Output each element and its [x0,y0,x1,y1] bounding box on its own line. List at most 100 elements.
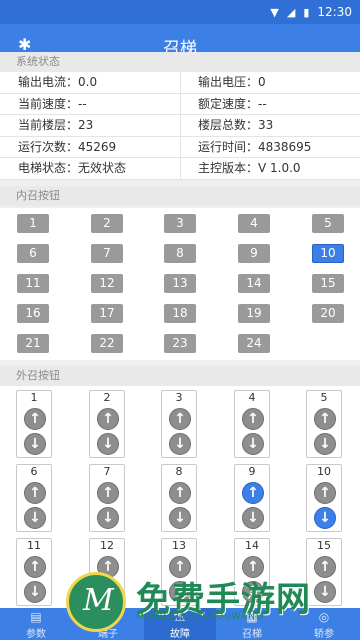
inner-call-button-2[interactable]: 2 [91,214,123,233]
inner-call-button-4[interactable]: 4 [238,214,270,233]
inner-call-button-14[interactable]: 14 [238,274,270,293]
outer-call-floor-13: 13 ↑ ↓ [161,538,197,606]
outer-call-floor-number: 12 [100,539,114,552]
outer-call-floor-6: 6 ↑ ↓ [16,464,52,532]
up-arrow-icon[interactable]: ↑ [242,556,264,578]
nav-item-label: 召梯 [242,629,262,640]
inner-call-panel: 1 2 3 4 5 6 7 8 9 10 11 12 13 14 15 16 17 18 19 20 21 22 23 24 [0,208,360,360]
inner-call-button-16[interactable]: 16 [17,304,49,323]
outer-call-floor-15: 15 ↑ ↓ [306,538,342,606]
up-arrow-icon[interactable]: ↑ [242,482,264,504]
section-header-inner-call: 内召按钮 [0,186,360,206]
outer-call-floor-number: 4 [248,391,256,404]
down-arrow-icon[interactable]: ↓ [242,507,264,529]
up-arrow-icon[interactable]: ↑ [24,556,46,578]
nav-item-0[interactable]: ▤ 参数 [0,608,72,640]
status-cell: 额定速度：-- [180,93,360,114]
outer-call-floor-number: 2 [103,391,111,404]
inner-call-button-7[interactable]: 7 [91,244,123,263]
status-cell: 电梯状态：无效状态 [18,161,127,175]
nav-item-2[interactable]: ⚠ 故障 [144,608,216,640]
down-arrow-icon[interactable]: ↓ [169,581,191,603]
battery-icon: ▮ [303,5,310,19]
warning-icon: ⚠ [174,610,186,624]
up-arrow-icon[interactable]: ↑ [314,482,336,504]
down-arrow-icon[interactable]: ↓ [169,433,191,455]
car-icon: ◎ [318,610,330,624]
outer-call-panel: 1 ↑ ↓ 2 ↑ ↓ 3 ↑ ↓ 4 ↑ ↓ 5 ↑ ↓ 6 ↑ ↓ 7 ↑ ↓ 8 ↑ ↓ 9 ↑ ↓ 10 ↑ ↓ 11 ↑ ↓ 12 ↑ ↓ 1… [0,386,360,608]
up-arrow-icon[interactable]: ↑ [169,408,191,430]
up-arrow-icon[interactable]: ↑ [97,556,119,578]
outer-call-floor-4: 4 ↑ ↓ [234,390,270,458]
status-cell: 主控版本：V 1.0.0 [180,158,360,179]
inner-call-button-18[interactable]: 18 [164,304,196,323]
status-cell: 运行时间：4838695 [180,136,360,157]
inner-call-button-13[interactable]: 13 [164,274,196,293]
outer-call-floor-12: 12 ↑ ↓ [89,538,125,606]
down-arrow-icon[interactable]: ↓ [97,507,119,529]
inner-call-button-12[interactable]: 12 [91,274,123,293]
inner-call-button-5[interactable]: 5 [312,214,344,233]
down-arrow-icon[interactable]: ↓ [24,581,46,603]
inner-call-button-8[interactable]: 8 [164,244,196,263]
status-cell: 运行次数：45269 [18,139,117,154]
outer-call-floor-5: 5 ↑ ↓ [306,390,342,458]
nav-item-4[interactable]: ◎ 轿参 [288,608,360,640]
nav-item-label: 故障 [170,629,190,640]
up-arrow-icon[interactable]: ↑ [169,556,191,578]
down-arrow-icon[interactable]: ↓ [24,433,46,455]
outer-call-floor-number: 8 [175,465,183,478]
up-arrow-icon[interactable]: ↑ [314,408,336,430]
inner-call-button-3[interactable]: 3 [164,214,196,233]
inner-call-button-24[interactable]: 24 [238,334,270,353]
up-arrow-icon[interactable]: ↑ [242,408,264,430]
up-arrow-icon[interactable]: ↑ [314,556,336,578]
outer-call-floor-3: 3 ↑ ↓ [161,390,197,458]
up-arrow-icon[interactable]: ↑ [24,408,46,430]
up-arrow-icon[interactable]: ↑ [24,482,46,504]
down-arrow-icon[interactable]: ↓ [97,581,119,603]
outer-call-floor-number: 9 [248,465,256,478]
outer-call-floor-8: 8 ↑ ↓ [161,464,197,532]
inner-call-button-23[interactable]: 23 [164,334,196,353]
nav-item-3[interactable]: ▦ 召梯 [216,608,288,640]
inner-call-button-19[interactable]: 19 [238,304,270,323]
outer-call-floor-2: 2 ↑ ↓ [89,390,125,458]
nav-item-1[interactable]: ▥ 端子 [72,608,144,640]
down-arrow-icon[interactable]: ↓ [24,507,46,529]
up-arrow-icon[interactable]: ↑ [169,482,191,504]
inner-call-button-10[interactable]: 10 [312,244,344,263]
down-arrow-icon[interactable]: ↓ [314,433,336,455]
inner-call-button-9[interactable]: 9 [238,244,270,263]
inner-call-button-11[interactable]: 11 [17,274,49,293]
outer-call-floor-number: 3 [175,391,183,404]
down-arrow-icon[interactable]: ↓ [314,507,336,529]
terminal-icon: ▥ [102,610,114,624]
up-arrow-icon[interactable]: ↑ [97,482,119,504]
inner-call-button-20[interactable]: 20 [312,304,344,323]
status-row: 电梯状态：无效状态 主控版本：V 1.0.0 [0,158,360,180]
inner-call-button-22[interactable]: 22 [91,334,123,353]
inner-call-button-21[interactable]: 21 [17,334,49,353]
down-arrow-icon[interactable]: ↓ [242,581,264,603]
inner-call-button-6[interactable]: 6 [17,244,49,263]
outer-call-floor-number: 7 [103,465,111,478]
outer-call-floor-7: 7 ↑ ↓ [89,464,125,532]
down-arrow-icon[interactable]: ↓ [242,433,264,455]
nav-item-label: 端子 [98,629,118,640]
inner-call-button-1[interactable]: 1 [17,214,49,233]
status-cell: 楼层总数：33 [180,115,360,136]
status-row: 当前速度：-- 额定速度：-- [0,93,360,115]
elevator-icon: ▦ [246,610,258,624]
up-arrow-icon[interactable]: ↑ [97,408,119,430]
status-bar: ▼ ◢ ▮ 12:30 [0,0,360,24]
inner-call-button-17[interactable]: 17 [91,304,123,323]
down-arrow-icon[interactable]: ↓ [97,433,119,455]
outer-call-floor-9: 9 ↑ ↓ [234,464,270,532]
bottom-nav: ▤ 参数 ▥ 端子 ⚠ 故障 ▦ 召梯 ◎ 轿参 [0,608,360,640]
down-arrow-icon[interactable]: ↓ [314,581,336,603]
inner-call-button-15[interactable]: 15 [312,274,344,293]
clock: 12:30 [317,5,352,19]
outer-call-floor-number: 1 [30,391,38,404]
down-arrow-icon[interactable]: ↓ [169,507,191,529]
